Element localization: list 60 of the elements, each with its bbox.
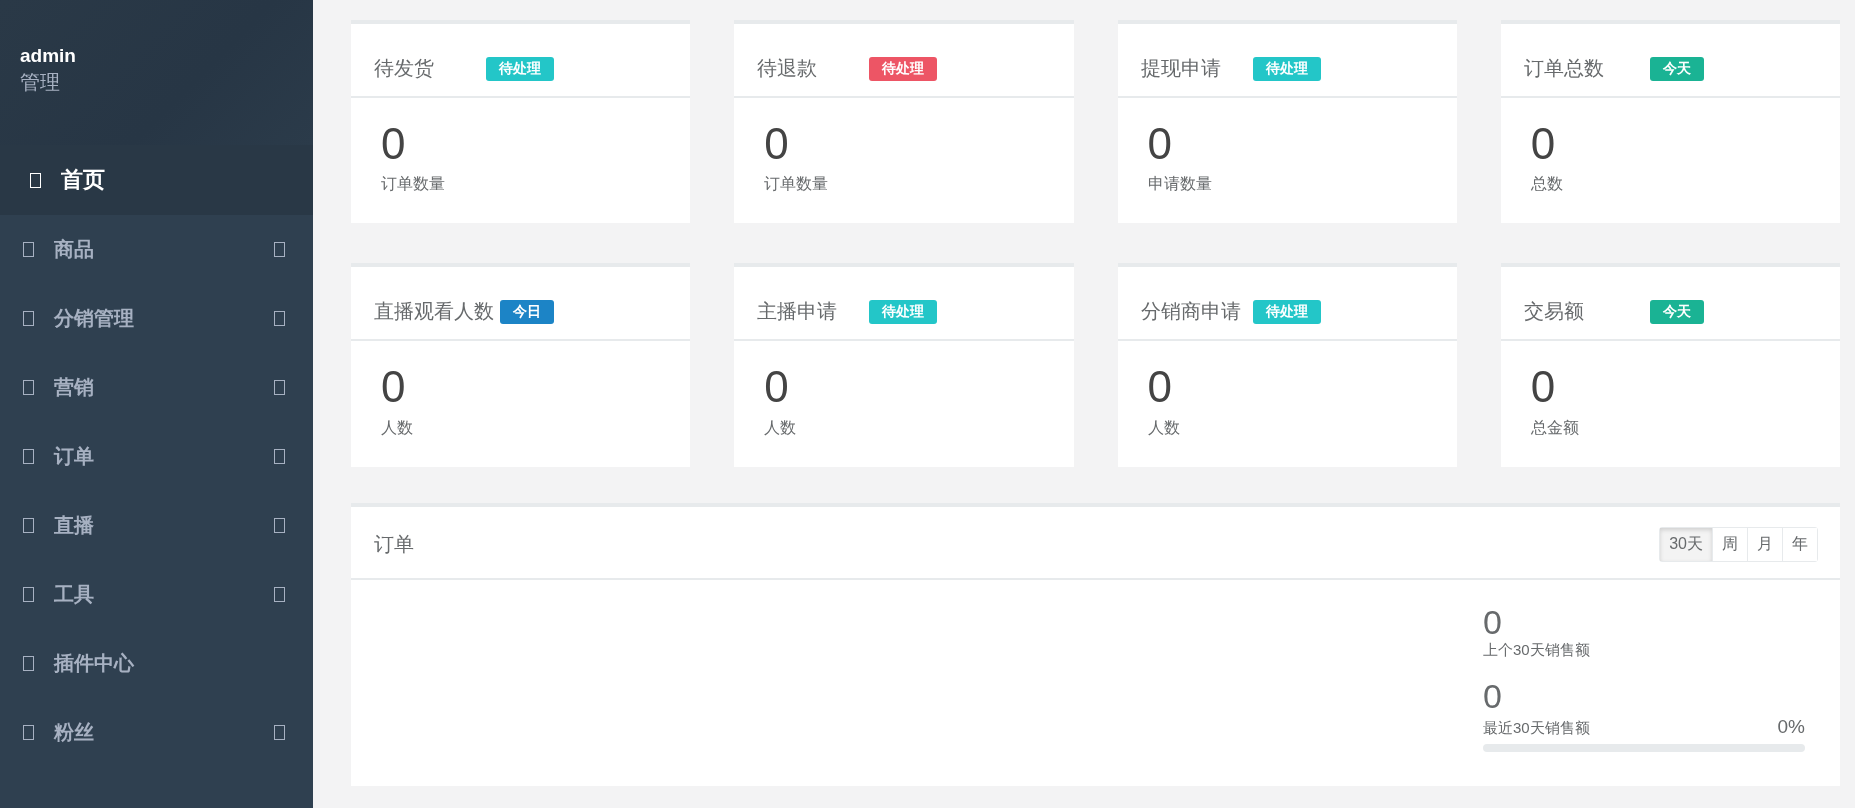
status-badge: 待处理 bbox=[1252, 299, 1321, 324]
stat-caption: 订单数量 bbox=[381, 174, 446, 195]
nav-item[interactable]: 商品 bbox=[0, 215, 313, 284]
nav-item[interactable]: 插件中心 bbox=[0, 629, 313, 698]
card-title: 分销商申请 bbox=[1140, 299, 1241, 325]
stat-value: 0 bbox=[381, 363, 407, 412]
status-badge: 待处理 bbox=[486, 56, 554, 81]
status-badge: 今天 bbox=[1649, 56, 1704, 81]
square-icon bbox=[23, 587, 34, 602]
status-badge: 今日 bbox=[500, 299, 554, 324]
card-title: 订单总数 bbox=[1523, 56, 1604, 81]
stat-value: 0 bbox=[381, 120, 407, 169]
percent-text: 0% bbox=[1777, 715, 1805, 738]
status-badge: 待处理 bbox=[869, 56, 938, 81]
nav-item[interactable]: 首页 bbox=[0, 145, 313, 215]
square-icon bbox=[23, 311, 34, 326]
stat-caption: 总数 bbox=[1530, 174, 1564, 195]
nav-item[interactable]: 直播 bbox=[0, 491, 313, 560]
card-title: 提现申请 bbox=[1140, 56, 1221, 81]
stat-value: 0 bbox=[764, 120, 790, 169]
status-badge: 今天 bbox=[1649, 299, 1704, 324]
square-icon bbox=[30, 172, 41, 188]
stat-caption: 人数 bbox=[764, 417, 798, 438]
stat-value: 0 bbox=[1147, 120, 1173, 169]
card-title: 待发货 bbox=[374, 56, 434, 81]
card-title: 待退款 bbox=[757, 56, 818, 81]
card-title: 交易额 bbox=[1523, 299, 1584, 325]
square-icon bbox=[23, 656, 34, 671]
stat-value: 0 bbox=[1530, 363, 1557, 412]
period-button[interactable]: 30天 bbox=[1660, 527, 1712, 561]
square-icon bbox=[23, 242, 34, 257]
sales-value: 0 bbox=[1483, 678, 1503, 716]
stat-value: 0 bbox=[1147, 363, 1173, 412]
nav-item[interactable]: 营销 bbox=[0, 353, 313, 422]
stat-caption: 人数 bbox=[1147, 417, 1181, 438]
nav-item[interactable]: 工具 bbox=[0, 560, 313, 629]
panel-title: 订单 bbox=[374, 531, 414, 557]
sales-caption: 最近30天销售额 bbox=[1483, 718, 1590, 738]
stat-value: 0 bbox=[1530, 120, 1557, 169]
card-title: 直播观看人数 bbox=[374, 299, 494, 325]
stat-caption: 申请数量 bbox=[1147, 174, 1213, 195]
stat-value: 0 bbox=[764, 363, 790, 412]
stat-caption: 总金额 bbox=[1530, 417, 1580, 438]
user-name: admin bbox=[20, 45, 77, 67]
nav-item[interactable]: 分销管理 bbox=[0, 284, 313, 353]
nav-item[interactable]: 订单 bbox=[0, 422, 313, 491]
square-icon bbox=[23, 725, 34, 740]
period-button[interactable]: 年 bbox=[1782, 527, 1817, 561]
stat-caption: 人数 bbox=[381, 417, 414, 438]
sales-caption: 上个30天销售额 bbox=[1483, 641, 1590, 661]
stat-caption: 订单数量 bbox=[764, 174, 830, 195]
square-icon bbox=[23, 380, 34, 395]
square-icon bbox=[23, 449, 34, 464]
status-badge: 待处理 bbox=[1252, 56, 1321, 81]
status-badge: 待处理 bbox=[869, 299, 938, 324]
card-title: 主播申请 bbox=[757, 299, 838, 325]
user-role: 管理 bbox=[20, 70, 61, 95]
nav-item[interactable]: 粉丝 bbox=[0, 698, 313, 767]
sales-value: 0 bbox=[1483, 603, 1503, 642]
square-icon bbox=[23, 518, 34, 533]
